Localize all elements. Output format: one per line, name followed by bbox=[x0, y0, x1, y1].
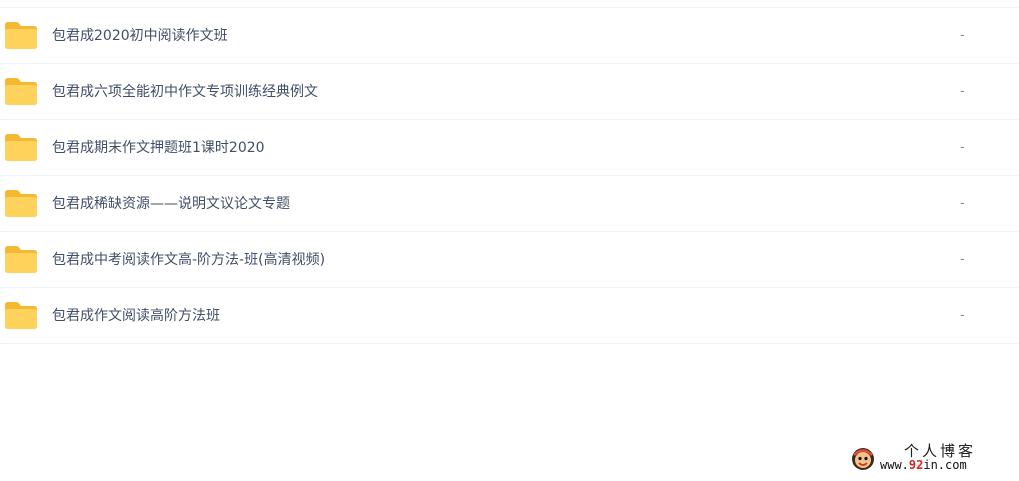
file-size: - bbox=[960, 196, 965, 211]
watermark-url-suffix: in.com bbox=[923, 458, 967, 472]
file-size: - bbox=[960, 308, 965, 323]
mascot-logo-icon bbox=[852, 448, 874, 470]
folder-icon bbox=[5, 134, 37, 161]
file-browser: 包君成2020初中阅读作文班 - 包君成六项全能初中作文专项训练经典例文 - 包… bbox=[0, 0, 1019, 481]
file-size: - bbox=[960, 252, 965, 267]
list-item[interactable]: 包君成2020初中阅读作文班 - bbox=[0, 8, 1019, 64]
file-name[interactable]: 包君成期末作文押题班1课时2020 bbox=[52, 120, 265, 176]
file-name[interactable]: 包君成中考阅读作文高-阶方法-班(高清视频) bbox=[52, 232, 325, 288]
list-item[interactable]: 包君成作文阅读高阶方法班 - bbox=[0, 288, 1019, 344]
folder-icon bbox=[5, 246, 37, 273]
list-item[interactable]: 包君成中考阅读作文高-阶方法-班(高清视频) - bbox=[0, 232, 1019, 288]
watermark: 个人博客 www.92in.com bbox=[846, 438, 1014, 478]
file-name[interactable]: 包君成稀缺资源——说明文议论文专题 bbox=[52, 176, 290, 232]
watermark-url: www.92in.com bbox=[880, 458, 967, 472]
list-item[interactable]: 包君成期末作文押题班1课时2020 - bbox=[0, 120, 1019, 176]
file-size: - bbox=[960, 84, 965, 99]
file-size: - bbox=[960, 140, 965, 155]
watermark-url-number: 92 bbox=[908, 458, 924, 472]
folder-icon bbox=[5, 78, 37, 105]
folder-icon bbox=[5, 22, 37, 49]
folder-icon bbox=[5, 302, 37, 329]
list-item[interactable]: 包君成六项全能初中作文专项训练经典例文 - bbox=[0, 64, 1019, 120]
list-item[interactable]: 包君成稀缺资源——说明文议论文专题 - bbox=[0, 176, 1019, 232]
file-list: 包君成2020初中阅读作文班 - 包君成六项全能初中作文专项训练经典例文 - 包… bbox=[0, 7, 1019, 344]
file-size: - bbox=[960, 28, 965, 43]
folder-icon bbox=[5, 190, 37, 217]
file-name[interactable]: 包君成2020初中阅读作文班 bbox=[52, 8, 228, 64]
file-name[interactable]: 包君成作文阅读高阶方法班 bbox=[52, 288, 220, 344]
watermark-url-prefix: www. bbox=[880, 458, 909, 472]
file-name[interactable]: 包君成六项全能初中作文专项训练经典例文 bbox=[52, 64, 318, 120]
